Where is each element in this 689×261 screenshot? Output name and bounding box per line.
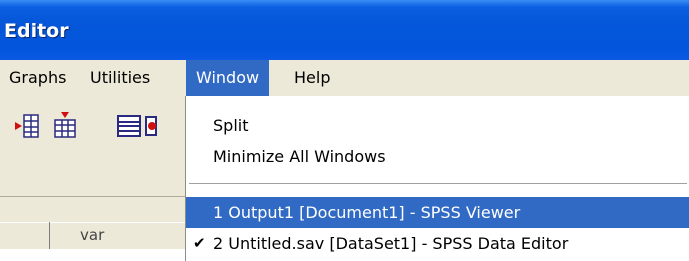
insert-case-icon[interactable]: [52, 112, 78, 140]
menu-item-untitled-label: 2 Untitled.sav [DataSet1] - SPSS Data Ed…: [213, 234, 569, 253]
window-title: Editor: [4, 20, 69, 42]
menu-window[interactable]: Window: [186, 60, 270, 96]
menu-help[interactable]: Help: [284, 60, 340, 96]
insert-variable-icon[interactable]: [14, 112, 40, 140]
weight-cases-icon[interactable]: [144, 112, 158, 140]
toolbar-separator: [0, 196, 185, 197]
menu-item-split-label: Split: [213, 116, 249, 135]
menu-separator: [189, 183, 687, 184]
menu-item-minimize-all-label: Minimize All Windows: [213, 147, 386, 166]
checkmark-icon: ✔: [193, 234, 206, 252]
menu-item-minimize-all[interactable]: Minimize All Windows: [186, 141, 689, 172]
column-divider[interactable]: [49, 222, 50, 249]
menu-bar: Graphs Utilities Window Help: [0, 60, 689, 96]
menu-item-untitled[interactable]: ✔ 2 Untitled.sav [DataSet1] - SPSS Data …: [186, 228, 689, 259]
split-file-icon[interactable]: [116, 112, 142, 140]
menu-utilities[interactable]: Utilities: [80, 60, 160, 96]
column-header-var[interactable]: var: [80, 226, 104, 244]
menu-item-output1[interactable]: 1 Output1 [Document1] - SPSS Viewer: [186, 197, 689, 228]
data-grid-body[interactable]: [0, 249, 185, 261]
title-bar: Editor: [0, 0, 689, 60]
menu-item-output1-label: 1 Output1 [Document1] - SPSS Viewer: [213, 203, 521, 222]
window-menu-dropdown: Split Minimize All Windows 1 Output1 [Do…: [185, 96, 689, 261]
menu-item-split[interactable]: Split: [186, 110, 689, 141]
menu-graphs[interactable]: Graphs: [0, 60, 76, 96]
